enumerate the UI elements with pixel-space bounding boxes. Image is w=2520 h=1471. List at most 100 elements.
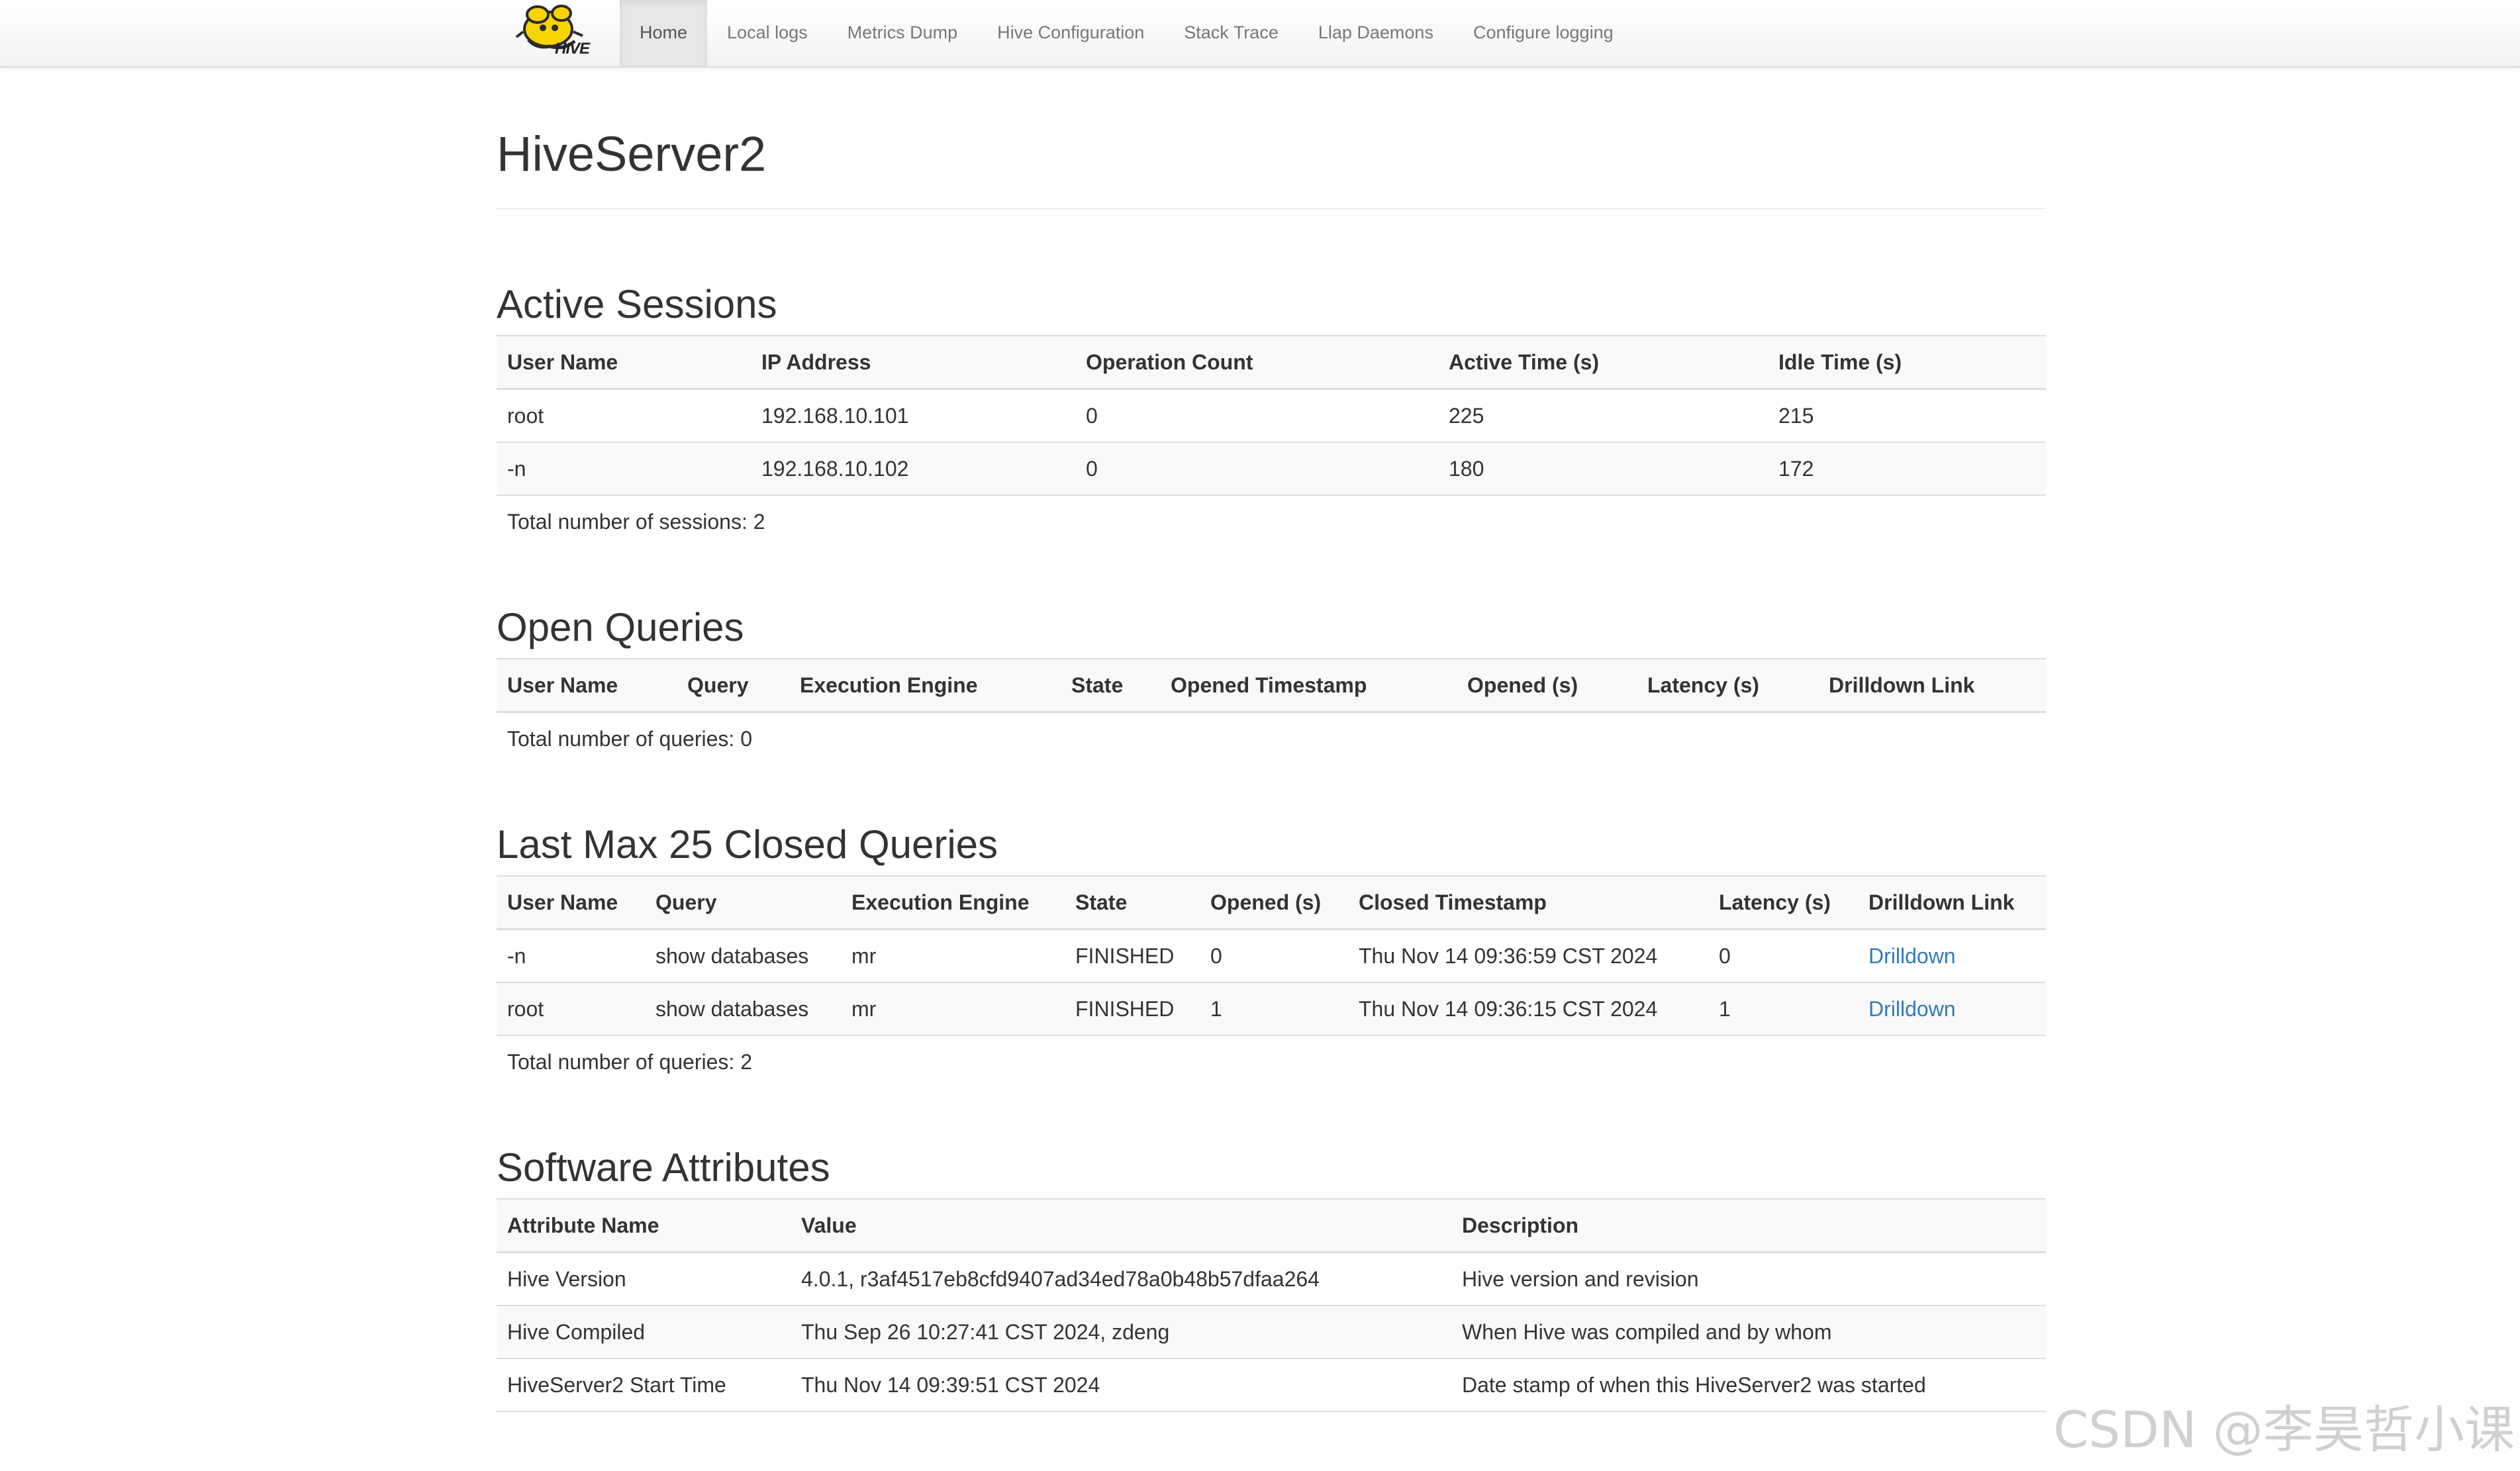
cell-opened: 1: [1200, 982, 1348, 1036]
cell-latency: 1: [1708, 982, 1858, 1036]
drilldown-link[interactable]: Drilldown: [1868, 944, 1956, 968]
nav-configure-logging[interactable]: Configure logging: [1453, 0, 1633, 66]
column-header: Active Time (s): [1438, 335, 1768, 390]
nav-hive-configuration[interactable]: Hive Configuration: [977, 0, 1164, 66]
open-queries-total: Total number of queries: 0: [507, 727, 752, 751]
column-header: Drilldown Link: [1818, 658, 2046, 713]
cell-ip-address: 192.168.10.102: [751, 442, 1075, 496]
closed-queries-total: Total number of queries: 2: [507, 1050, 752, 1074]
hive-logo[interactable]: HIVE: [514, 3, 601, 61]
column-header: Query: [677, 658, 789, 713]
title-divider: [497, 208, 2046, 209]
cell-latency: 0: [1708, 928, 1858, 982]
cell-value: 4.0.1, r3af4517eb8cfd9407ad34ed78a0b48b5…: [791, 1251, 1451, 1305]
closed-queries-table: User Name Query Execution Engine State O…: [497, 875, 2046, 1036]
cell-value: Thu Nov 14 09:39:51 CST 2024: [791, 1358, 1451, 1412]
column-header: Query: [645, 875, 841, 930]
nav-metrics-dump[interactable]: Metrics Dump: [828, 0, 978, 66]
cell-description: Date stamp of when this HiveServer2 was …: [1451, 1358, 2046, 1412]
nav-stack-trace[interactable]: Stack Trace: [1164, 0, 1298, 66]
open-queries-title: Open Queries: [497, 605, 744, 649]
cell-execution-engine: mr: [841, 982, 1065, 1036]
cell-state: FINISHED: [1065, 928, 1200, 982]
column-header: Latency (s): [1708, 875, 1858, 930]
column-header: Attribute Name: [497, 1198, 791, 1253]
table-row: Hive Version 4.0.1, r3af4517eb8cfd9407ad…: [497, 1251, 2046, 1305]
column-header: Execution Engine: [789, 658, 1061, 713]
column-header: Drilldown Link: [1858, 875, 2046, 930]
column-header: State: [1061, 658, 1160, 713]
table-row: Hive Compiled Thu Sep 26 10:27:41 CST 20…: [497, 1305, 2046, 1358]
cell-closed-timestamp: Thu Nov 14 09:36:15 CST 2024: [1348, 982, 1708, 1036]
cell-description: Hive version and revision: [1451, 1251, 2046, 1305]
column-header: Operation Count: [1075, 335, 1438, 390]
active-sessions-section: Active Sessions User Name IP Address Ope…: [497, 277, 2046, 547]
cell-user-name: root: [497, 388, 751, 442]
open-queries-table: User Name Query Execution Engine State O…: [497, 658, 2046, 713]
nav-menu: Home Local logs Metrics Dump Hive Config…: [620, 0, 1633, 66]
column-header: Latency (s): [1637, 658, 1818, 713]
cell-idle-time: 172: [1768, 442, 2046, 496]
column-header: User Name: [497, 658, 677, 713]
table-header-row: User Name IP Address Operation Count Act…: [497, 335, 2046, 390]
cell-user-name: -n: [497, 928, 645, 982]
column-header: Value: [791, 1198, 1451, 1253]
column-header: State: [1065, 875, 1200, 930]
column-header: IP Address: [751, 335, 1075, 390]
cell-attribute-name: HiveServer2 Start Time: [497, 1358, 791, 1412]
logo-text: HIVE: [555, 40, 590, 58]
active-sessions-title: Active Sessions: [497, 282, 777, 326]
page-title: HiveServer2: [497, 126, 767, 181]
cell-user-name: -n: [497, 442, 751, 496]
cell-description: When Hive was compiled and by whom: [1451, 1305, 2046, 1358]
column-header: Opened Timestamp: [1160, 658, 1457, 713]
nav-local-logs[interactable]: Local logs: [707, 0, 828, 66]
table-row: -n show databases mr FINISHED 0 Thu Nov …: [497, 928, 2046, 982]
column-header: Opened (s): [1200, 875, 1348, 930]
closed-queries-title: Last Max 25 Closed Queries: [497, 822, 998, 867]
software-attributes-table: Attribute Name Value Description Hive Ve…: [497, 1198, 2046, 1412]
cell-idle-time: 215: [1768, 388, 2046, 442]
table-row: -n 192.168.10.102 0 180 172: [497, 442, 2046, 496]
cell-query: show databases: [645, 928, 841, 982]
column-header: Closed Timestamp: [1348, 875, 1708, 930]
column-header: Description: [1451, 1198, 2046, 1253]
drilldown-link[interactable]: Drilldown: [1868, 997, 1956, 1021]
cell-query: show databases: [645, 982, 841, 1036]
cell-value: Thu Sep 26 10:27:41 CST 2024, zdeng: [791, 1305, 1451, 1358]
software-attributes-title: Software Attributes: [497, 1145, 830, 1190]
cell-attribute-name: Hive Version: [497, 1251, 791, 1305]
active-sessions-table: User Name IP Address Operation Count Act…: [497, 335, 2046, 496]
cell-drilldown: Drilldown: [1858, 928, 2046, 982]
cell-operation-count: 0: [1075, 388, 1438, 442]
table-header-row: User Name Query Execution Engine State O…: [497, 658, 2046, 713]
table-header-row: Attribute Name Value Description: [497, 1198, 2046, 1253]
cell-closed-timestamp: Thu Nov 14 09:36:59 CST 2024: [1348, 928, 1708, 982]
table-header-row: User Name Query Execution Engine State O…: [497, 875, 2046, 930]
sessions-total: Total number of sessions: 2: [507, 510, 765, 534]
cell-attribute-name: Hive Compiled: [497, 1305, 791, 1358]
open-queries-section: Open Queries User Name Query Execution E…: [497, 600, 2046, 765]
table-row: HiveServer2 Start Time Thu Nov 14 09:39:…: [497, 1358, 2046, 1412]
nav-home[interactable]: Home: [620, 0, 708, 66]
column-header: User Name: [497, 875, 645, 930]
cell-ip-address: 192.168.10.101: [751, 388, 1075, 442]
table-row: root show databases mr FINISHED 1 Thu No…: [497, 982, 2046, 1036]
cell-opened: 0: [1200, 928, 1348, 982]
software-attributes-section: Software Attributes Attribute Name Value…: [497, 1140, 2046, 1412]
cell-active-time: 180: [1438, 442, 1768, 496]
column-header: Execution Engine: [841, 875, 1065, 930]
cell-execution-engine: mr: [841, 928, 1065, 982]
csdn-watermark: CSDN @李昊哲小课: [2053, 1400, 2515, 1459]
cell-state: FINISHED: [1065, 982, 1200, 1036]
cell-user-name: root: [497, 982, 645, 1036]
column-header: Opened (s): [1457, 658, 1637, 713]
closed-queries-section: Last Max 25 Closed Queries User Name Que…: [497, 817, 2046, 1088]
column-header: Idle Time (s): [1768, 335, 2046, 390]
nav-llap-daemons[interactable]: Llap Daemons: [1298, 0, 1453, 66]
cell-drilldown: Drilldown: [1858, 982, 2046, 1036]
cell-operation-count: 0: [1075, 442, 1438, 496]
cell-active-time: 225: [1438, 388, 1768, 442]
top-navbar: HIVE Home Local logs Metrics Dump Hive C…: [0, 0, 2520, 68]
table-row: root 192.168.10.101 0 225 215: [497, 388, 2046, 442]
